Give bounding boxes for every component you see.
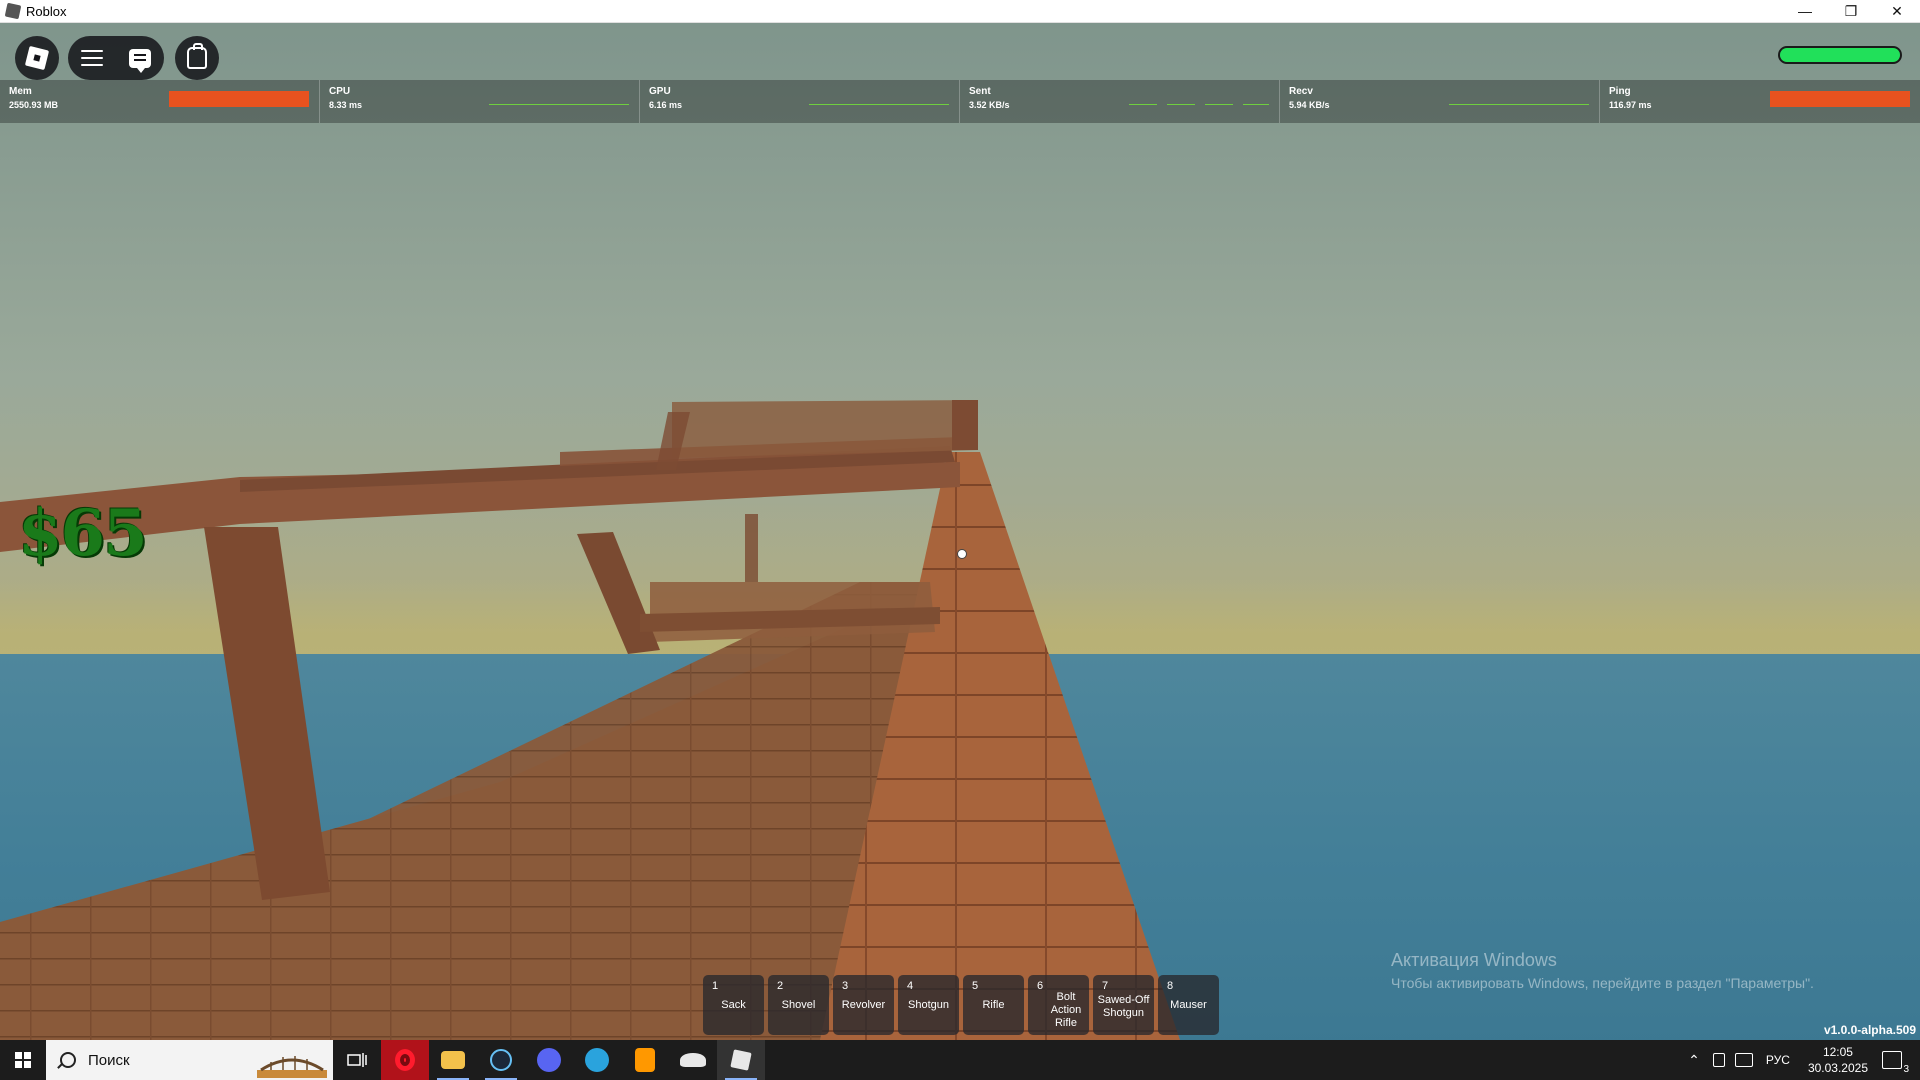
- tool-hotbar: 1 Sack 2 Shovel 3 Revolver 4 Shotgun 5 Rifle …: [703, 975, 1219, 1035]
- opera-icon: [395, 1049, 415, 1071]
- windows-logo-icon: [15, 1052, 31, 1068]
- taskbar-search[interactable]: Поиск: [46, 1040, 333, 1080]
- hotbar-slot-5[interactable]: 5 Rifle: [963, 975, 1024, 1035]
- hamburger-menu-icon[interactable]: [81, 50, 103, 66]
- stat-value: 5.94 KB/s: [1289, 100, 1330, 110]
- window-title: Roblox: [26, 3, 67, 19]
- language-indicator[interactable]: РУС: [1766, 1053, 1790, 1067]
- slot-tool-name: Shotgun: [908, 998, 949, 1011]
- stat-label: CPU: [329, 86, 351, 97]
- activation-title: Активация Windows: [1391, 950, 1557, 970]
- hotbar-slot-1[interactable]: 1 Sack: [703, 975, 764, 1035]
- taskbar-opera[interactable]: [381, 1040, 429, 1080]
- telegram-icon: [585, 1048, 609, 1072]
- windows-taskbar: Поиск ⌃ РУС 12:05 30.03.2025 3: [0, 1040, 1920, 1080]
- roblox-logo-icon: [24, 45, 50, 71]
- notification-center-icon[interactable]: 3: [1882, 1051, 1909, 1075]
- roblox-icon: [730, 1049, 752, 1071]
- taskbar-discord[interactable]: [525, 1040, 573, 1080]
- stat-graph: [489, 104, 629, 105]
- stat-graph: [809, 104, 949, 105]
- task-view-button[interactable]: [333, 1040, 381, 1080]
- taskbar-roblox[interactable]: [717, 1040, 765, 1080]
- stat-ping[interactable]: Ping 116.97 ms: [1600, 80, 1920, 123]
- chat-icon[interactable]: [129, 48, 151, 73]
- task-view-icon: [347, 1053, 367, 1067]
- hotbar-slot-7[interactable]: 7 Sawed-Off Shotgun: [1093, 975, 1154, 1035]
- stat-recv[interactable]: Recv 5.94 KB/s: [1280, 80, 1600, 123]
- slot-tool-name: Shovel: [781, 998, 816, 1011]
- roblox-app-icon: [4, 2, 22, 20]
- restore-button[interactable]: ❐: [1828, 0, 1874, 22]
- stat-graph: [1449, 104, 1589, 105]
- backpack-button[interactable]: [175, 36, 219, 80]
- stat-label: GPU: [649, 86, 671, 97]
- folder-icon: [441, 1051, 465, 1069]
- keyboard-icon[interactable]: [1734, 1053, 1753, 1067]
- stat-value: 3.52 KB/s: [969, 100, 1010, 110]
- game-version: v1.0.0-alpha.509: [1823, 1023, 1916, 1037]
- stat-sent[interactable]: Sent 3.52 KB/s: [960, 80, 1280, 123]
- stat-alert-bar: [1770, 91, 1910, 107]
- taskbar-telegram[interactable]: [573, 1040, 621, 1080]
- stat-label: Recv: [1289, 86, 1313, 97]
- hotbar-slot-3[interactable]: 3 Revolver: [833, 975, 894, 1035]
- slot-tool-name: Mauser: [1170, 998, 1207, 1011]
- stat-mem[interactable]: Mem 2550.93 MB: [0, 80, 320, 123]
- menu-chat-pill: [68, 36, 164, 80]
- minimize-button[interactable]: —: [1782, 0, 1828, 22]
- sublime-text-icon: [635, 1048, 655, 1072]
- system-tray: ⌃ РУС 12:05 30.03.2025 3: [1680, 1040, 1920, 1080]
- slot-tool-name: Sack: [721, 998, 746, 1011]
- hotbar-slot-8[interactable]: 8 Mauser: [1158, 975, 1219, 1035]
- hotbar-slot-6[interactable]: 6 Bolt Action Rifle: [1028, 975, 1089, 1035]
- roblox-menu-button[interactable]: [15, 36, 59, 80]
- start-button[interactable]: [0, 1040, 46, 1080]
- close-button[interactable]: ✕: [1874, 0, 1920, 22]
- steam-icon: [490, 1049, 512, 1071]
- search-placeholder: Поиск: [88, 1051, 130, 1069]
- wooden-pier: [0, 400, 1180, 1040]
- crosshair: [957, 549, 967, 559]
- slot-tool-name: Bolt Action Rifle: [1050, 990, 1082, 1029]
- show-hidden-icons-chevron-icon[interactable]: ⌃: [1688, 1052, 1700, 1069]
- slot-tool-name: Revolver: [841, 998, 886, 1011]
- performance-stats-bar: Mem 2550.93 MB CPU 8.33 ms GPU 6.16 ms S…: [0, 80, 1920, 123]
- backpack-icon: [187, 43, 207, 69]
- device-icon[interactable]: [1712, 1053, 1725, 1067]
- slot-number: 6: [1037, 980, 1044, 992]
- taskbar-sublime[interactable]: [621, 1040, 669, 1080]
- hotbar-slot-4[interactable]: 4 Shotgun: [898, 975, 959, 1035]
- slot-tool-name: Rifle: [982, 998, 1005, 1011]
- notification-count: 3: [1903, 1064, 1909, 1075]
- hat-icon: [680, 1053, 706, 1067]
- stat-graph: [1129, 104, 1269, 105]
- activation-subtitle: Чтобы активировать Windows, перейдите в …: [1391, 975, 1814, 991]
- health-bar: [1778, 46, 1902, 64]
- taskbar-clock[interactable]: 12:05 30.03.2025: [1808, 1044, 1868, 1076]
- taskbar-file-explorer[interactable]: [429, 1040, 477, 1080]
- slot-tool-name: Sawed-Off Shotgun: [1097, 994, 1150, 1019]
- hotbar-slot-2[interactable]: 2 Shovel: [768, 975, 829, 1035]
- stat-gpu[interactable]: GPU 6.16 ms: [640, 80, 960, 123]
- stat-value: 6.16 ms: [649, 100, 683, 110]
- stat-cpu[interactable]: CPU 8.33 ms: [320, 80, 640, 123]
- taskbar-hat-app[interactable]: [669, 1040, 717, 1080]
- money-counter: $65: [18, 496, 148, 571]
- stat-alert-bar: [169, 91, 309, 107]
- clock-time: 12:05: [1822, 1045, 1853, 1059]
- game-viewport[interactable]: [0, 22, 1920, 1040]
- discord-icon: [537, 1048, 561, 1072]
- clock-date: 30.03.2025: [1807, 1061, 1868, 1075]
- search-icon: [60, 1052, 76, 1068]
- window-titlebar: Roblox — ❐ ✕: [0, 0, 1920, 23]
- search-highlight-bridge-icon: [257, 1056, 327, 1078]
- stat-value: 8.33 ms: [329, 100, 363, 110]
- stat-label: Sent: [969, 86, 991, 97]
- taskbar-steam[interactable]: [477, 1040, 525, 1080]
- windows-activation-watermark: Активация Windows Чтобы активировать Win…: [1391, 950, 1814, 991]
- window-controls: — ❐ ✕: [1782, 0, 1920, 22]
- health-fill: [1780, 48, 1900, 62]
